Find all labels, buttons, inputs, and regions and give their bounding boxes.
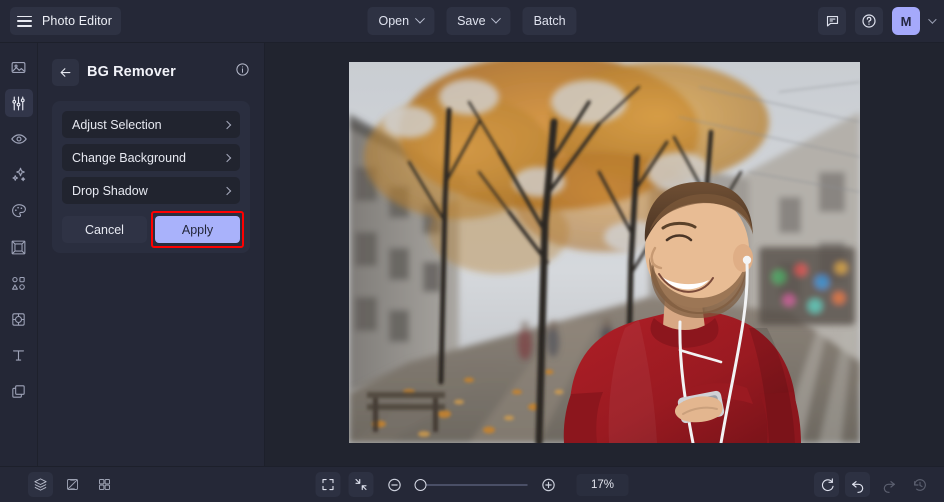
avatar-chevron-down-icon[interactable] xyxy=(928,15,937,24)
save-button[interactable]: Save xyxy=(446,7,511,35)
tool-rail xyxy=(0,43,38,466)
reset-rotate-icon xyxy=(821,477,834,491)
sidebar-item-image[interactable] xyxy=(5,53,33,81)
apply-button-wrapper: Apply xyxy=(151,211,244,248)
info-icon xyxy=(236,63,249,76)
chevron-right-icon xyxy=(222,186,232,195)
zoom-slider[interactable] xyxy=(414,478,528,491)
row-drop-shadow-label: Drop Shadow xyxy=(72,183,148,198)
bg-remover-options-card: Adjust Selection Change Background Drop … xyxy=(52,101,250,253)
photo-canvas[interactable] xyxy=(349,62,860,443)
zoom-in-icon xyxy=(541,478,555,491)
zoom-slider-knob[interactable] xyxy=(414,478,427,491)
sidebar-item-preview[interactable] xyxy=(5,125,33,153)
zoom-in-button[interactable] xyxy=(536,472,561,497)
row-change-background[interactable]: Change Background xyxy=(62,144,240,171)
layers-icon xyxy=(34,478,47,491)
adjust-sliders-icon xyxy=(12,96,25,110)
sidebar-item-frame[interactable] xyxy=(5,233,33,261)
save-label: Save xyxy=(457,14,486,28)
batch-button[interactable]: Batch xyxy=(522,7,577,35)
sparkles-icon xyxy=(11,167,25,182)
app-title: Photo Editor xyxy=(42,14,112,28)
fit-screen-button[interactable] xyxy=(315,472,341,497)
image-icon xyxy=(11,61,26,73)
layers-button[interactable] xyxy=(28,472,53,497)
help-icon xyxy=(862,14,876,28)
sidebar-item-layers[interactable] xyxy=(5,377,33,405)
undo-icon xyxy=(851,480,863,493)
redo-icon xyxy=(883,480,895,493)
redo-button[interactable] xyxy=(876,472,901,497)
transform-icon xyxy=(12,312,25,326)
history-icon xyxy=(913,478,926,491)
fit-screen-icon xyxy=(322,478,334,491)
compare-icon xyxy=(67,479,78,490)
zoom-controls: 17% xyxy=(315,472,629,497)
arrow-left-icon xyxy=(60,67,71,77)
open-button[interactable]: Open xyxy=(367,7,435,35)
top-bar: Photo Editor Open Save Batch M xyxy=(0,0,944,43)
frame-icon xyxy=(11,240,26,254)
chevron-right-icon xyxy=(222,120,232,129)
open-label: Open xyxy=(378,14,410,28)
sidebar-item-transform[interactable] xyxy=(5,305,33,333)
zoom-out-button[interactable] xyxy=(382,472,407,497)
chevron-down-icon xyxy=(414,13,425,24)
zoom-out-icon xyxy=(387,478,401,491)
avatar[interactable]: M xyxy=(892,7,920,35)
row-adjust-selection-label: Adjust Selection xyxy=(72,117,162,132)
row-drop-shadow[interactable]: Drop Shadow xyxy=(62,177,240,204)
tool-panel: BG Remover Adjust Selection Change Backg… xyxy=(38,43,265,466)
zoom-level-value[interactable]: 17% xyxy=(576,473,629,496)
hamburger-icon xyxy=(17,15,32,27)
panel-header: BG Remover xyxy=(52,57,250,87)
sidebar-item-adjust[interactable] xyxy=(4,89,33,117)
zoom-slider-track[interactable] xyxy=(426,483,528,486)
text-icon xyxy=(12,349,25,361)
main-body: BG Remover Adjust Selection Change Backg… xyxy=(0,43,944,466)
top-right-actions: M xyxy=(818,7,937,35)
row-adjust-selection[interactable]: Adjust Selection xyxy=(62,111,240,138)
photo-image xyxy=(349,62,860,443)
sidebar-item-text[interactable] xyxy=(5,341,33,369)
undo-button[interactable] xyxy=(845,472,870,497)
compare-button[interactable] xyxy=(60,472,85,497)
history-button[interactable] xyxy=(907,472,932,497)
layers-stack-icon xyxy=(12,384,25,398)
panel-actions: Cancel Apply xyxy=(62,211,244,248)
panel-info-button[interactable] xyxy=(235,62,250,82)
grid-icon xyxy=(99,479,110,490)
row-change-background-label: Change Background xyxy=(72,150,186,165)
apply-button[interactable]: Apply xyxy=(155,216,240,243)
chevron-right-icon xyxy=(222,153,232,162)
feedback-button[interactable] xyxy=(818,7,846,35)
feedback-icon xyxy=(826,15,838,26)
bottom-left-tools xyxy=(28,472,117,497)
top-center-actions: Open Save Batch xyxy=(367,7,577,35)
batch-label: Batch xyxy=(533,14,566,28)
reset-button[interactable] xyxy=(814,472,839,497)
bottom-toolbar: 17% xyxy=(0,466,944,502)
cancel-button[interactable]: Cancel xyxy=(62,216,147,243)
eye-icon xyxy=(10,134,27,144)
sidebar-item-shapes[interactable] xyxy=(5,269,33,297)
app-menu-button[interactable]: Photo Editor xyxy=(10,7,121,35)
shapes-icon xyxy=(12,276,25,290)
help-button[interactable] xyxy=(855,7,883,35)
sidebar-item-color[interactable] xyxy=(5,197,33,225)
palette-icon xyxy=(11,204,26,218)
history-controls xyxy=(814,472,932,497)
panel-title: BG Remover xyxy=(87,64,176,80)
fit-contract-icon xyxy=(355,478,367,491)
photo-editor-window: Photo Editor Open Save Batch M BG Remove… xyxy=(0,0,944,502)
grid-button[interactable] xyxy=(92,472,117,497)
back-button[interactable] xyxy=(52,58,79,86)
sidebar-item-effects[interactable] xyxy=(5,161,33,189)
canvas-area[interactable] xyxy=(265,43,944,466)
chevron-down-icon xyxy=(491,13,502,24)
fit-contract-button[interactable] xyxy=(348,472,374,497)
